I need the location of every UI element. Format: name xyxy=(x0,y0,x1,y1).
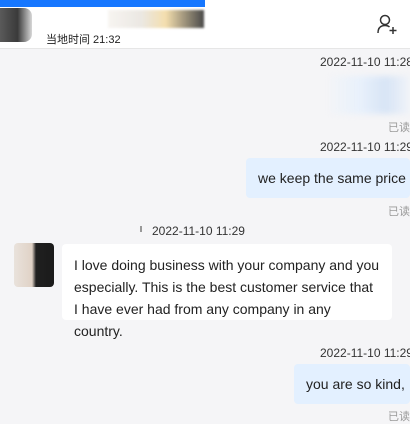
header-accent-bar xyxy=(0,0,205,7)
message-bubble-outgoing[interactable]: you are so kind, xyxy=(294,364,410,404)
read-receipt: 已读 xyxy=(388,122,410,134)
sender-avatar[interactable] xyxy=(14,243,54,287)
local-time: 当地时间 21:32 xyxy=(46,34,121,46)
message-mark xyxy=(140,226,142,232)
message-bubble-redacted xyxy=(330,76,410,114)
message-timestamp: 2022-11-10 11:28 xyxy=(320,55,410,69)
add-contact-icon[interactable] xyxy=(376,13,398,35)
contact-name-redacted xyxy=(108,10,204,28)
message-bubble-incoming[interactable]: I love doing business with your company … xyxy=(62,244,392,339)
message-bubble-outgoing[interactable]: we keep the same price xyxy=(246,158,410,198)
message-timestamp: 2022-11-10 11:29 xyxy=(152,224,245,238)
message-timestamp: 2022-11-10 11:29 xyxy=(320,346,410,360)
message-timestamp: 2022-11-10 11:29 xyxy=(320,140,410,154)
contact-avatar[interactable] xyxy=(0,8,32,42)
read-receipt: 已读 xyxy=(388,206,410,218)
chat-header: 当地时间 21:32 xyxy=(0,0,410,49)
